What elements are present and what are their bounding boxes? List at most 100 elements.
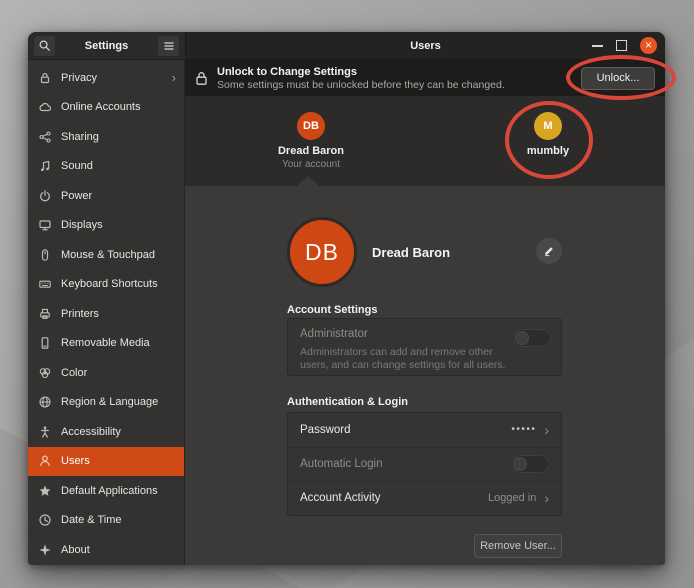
automatic-login-label: Automatic Login xyxy=(300,458,382,470)
sidebar-item-accessibility[interactable]: Accessibility xyxy=(28,417,184,447)
sidebar-item-region-language[interactable]: Region & Language xyxy=(28,388,184,418)
sidebar-item-label: Region & Language xyxy=(61,396,158,408)
carousel-user-dread-baron[interactable]: DB Dread Baron Your account xyxy=(251,112,371,170)
password-label: Password xyxy=(300,424,351,436)
sidebar-item-color[interactable]: Color xyxy=(28,358,184,388)
sidebar-item-label: Privacy xyxy=(61,72,97,84)
avatar[interactable]: M xyxy=(534,112,562,140)
sidebar-item-label: Printers xyxy=(61,308,99,320)
account-settings-card: Administrator Administrators can add and… xyxy=(287,318,562,376)
sidebar-headerbar: Settings xyxy=(28,32,185,60)
share-icon xyxy=(38,130,52,144)
sidebar-item-label: Online Accounts xyxy=(61,101,141,113)
account-activity-row[interactable]: Account Activity Logged in › xyxy=(288,481,561,515)
sidebar-item-label: Color xyxy=(61,367,87,379)
password-row[interactable]: Password ••••• › xyxy=(288,413,561,447)
close-button[interactable]: × xyxy=(640,37,657,54)
unlock-button[interactable]: Unlock... xyxy=(581,67,655,90)
settings-window-title: Settings xyxy=(55,40,158,52)
chevron-right-icon: › xyxy=(544,491,549,505)
avatar[interactable]: DB xyxy=(297,112,325,140)
password-dots: ••••• xyxy=(511,424,536,435)
mouse-icon xyxy=(38,248,52,262)
toggle-knob xyxy=(515,331,529,345)
sidebar-item-date-time[interactable]: Date & Time xyxy=(28,506,184,536)
sidebar-item-sharing[interactable]: Sharing xyxy=(28,122,184,152)
maximize-button[interactable] xyxy=(616,40,627,51)
administrator-label: Administrator xyxy=(300,328,368,340)
sidebar-item-default-applications[interactable]: Default Applications xyxy=(28,476,184,506)
sidebar: Privacy › Online Accounts Sharing Sound xyxy=(28,60,185,565)
sidebar-item-power[interactable]: Power xyxy=(28,181,184,211)
account-activity-value: Logged in xyxy=(488,492,536,504)
settings-window: Settings Users × Privacy › xyxy=(28,32,665,565)
globe-icon xyxy=(38,395,52,409)
unlock-banner: Unlock to Change Settings Some settings … xyxy=(185,60,665,96)
sidebar-item-label: Default Applications xyxy=(61,485,158,497)
sidebar-item-label: About xyxy=(61,544,90,556)
user-details: DB Dread Baron Account Settings Administ… xyxy=(185,186,665,565)
printer-icon xyxy=(38,307,52,321)
carousel-user-mumbly[interactable]: M mumbly xyxy=(488,112,608,157)
keyboard-icon xyxy=(38,277,52,291)
selected-user-notch xyxy=(297,176,319,186)
unlock-banner-title: Unlock to Change Settings xyxy=(217,66,505,78)
unlock-banner-subtitle: Some settings must be unlocked before th… xyxy=(217,79,505,91)
search-icon xyxy=(38,39,51,52)
administrator-toggle[interactable] xyxy=(513,329,551,347)
star-icon xyxy=(38,484,52,498)
toggle-knob xyxy=(513,457,527,471)
search-button[interactable] xyxy=(34,36,55,56)
color-icon xyxy=(38,366,52,380)
hamburger-menu-icon xyxy=(163,40,175,52)
sidebar-item-displays[interactable]: Displays xyxy=(28,211,184,241)
authentication-login-heading: Authentication & Login xyxy=(287,396,408,408)
lock-icon xyxy=(38,71,52,85)
power-icon xyxy=(38,189,52,203)
sidebar-item-sound[interactable]: Sound xyxy=(28,152,184,182)
remove-user-button[interactable]: Remove User... xyxy=(474,534,562,558)
edit-name-button[interactable] xyxy=(536,238,562,264)
users-icon xyxy=(38,454,52,468)
padlock-icon xyxy=(195,71,208,86)
sidebar-item-about[interactable]: About xyxy=(28,535,184,565)
carousel-user-name: mumbly xyxy=(488,145,608,157)
automatic-login-row: Automatic Login xyxy=(288,447,561,481)
account-activity-label: Account Activity xyxy=(300,492,381,504)
carousel-user-subtitle: Your account xyxy=(251,159,371,170)
sidebar-item-label: Users xyxy=(61,455,90,467)
sidebar-item-label: Power xyxy=(61,190,92,202)
sidebar-item-label: Accessibility xyxy=(61,426,121,438)
user-carousel: DB Dread Baron Your account M mumbly xyxy=(185,96,665,186)
sidebar-item-label: Sound xyxy=(61,160,93,172)
sidebar-item-label: Mouse & Touchpad xyxy=(61,249,155,261)
carousel-user-name: Dread Baron xyxy=(251,145,371,157)
automatic-login-toggle[interactable] xyxy=(511,455,549,473)
sidebar-item-online-accounts[interactable]: Online Accounts xyxy=(28,93,184,123)
sidebar-item-privacy[interactable]: Privacy › xyxy=(28,63,184,93)
sidebar-item-label: Date & Time xyxy=(61,514,122,526)
sidebar-item-keyboard-shortcuts[interactable]: Keyboard Shortcuts xyxy=(28,270,184,300)
sparkle-icon xyxy=(38,543,52,557)
sidebar-item-printers[interactable]: Printers xyxy=(28,299,184,329)
users-panel: Unlock to Change Settings Some settings … xyxy=(185,60,665,565)
main-headerbar: Users × xyxy=(185,32,665,60)
minimize-button[interactable] xyxy=(592,45,603,47)
sidebar-item-removable-media[interactable]: Removable Media xyxy=(28,329,184,359)
administrator-description: Administrators can add and remove other … xyxy=(300,346,515,372)
music-note-icon xyxy=(38,159,52,173)
pencil-icon xyxy=(543,245,555,257)
sidebar-item-mouse-touchpad[interactable]: Mouse & Touchpad xyxy=(28,240,184,270)
cloud-icon xyxy=(38,100,52,114)
account-settings-heading: Account Settings xyxy=(287,304,377,316)
primary-menu-button[interactable] xyxy=(158,36,179,56)
sidebar-item-users[interactable]: Users xyxy=(28,447,184,477)
removable-media-icon xyxy=(38,336,52,350)
sidebar-item-label: Displays xyxy=(61,219,103,231)
accessibility-icon xyxy=(38,425,52,439)
desktop-background: Settings Users × Privacy › xyxy=(0,0,694,588)
clock-icon xyxy=(38,513,52,527)
sidebar-item-label: Sharing xyxy=(61,131,99,143)
titlebar[interactable]: Settings Users × xyxy=(28,32,665,60)
authentication-login-card: Password ••••• › Automatic Login xyxy=(287,412,562,516)
